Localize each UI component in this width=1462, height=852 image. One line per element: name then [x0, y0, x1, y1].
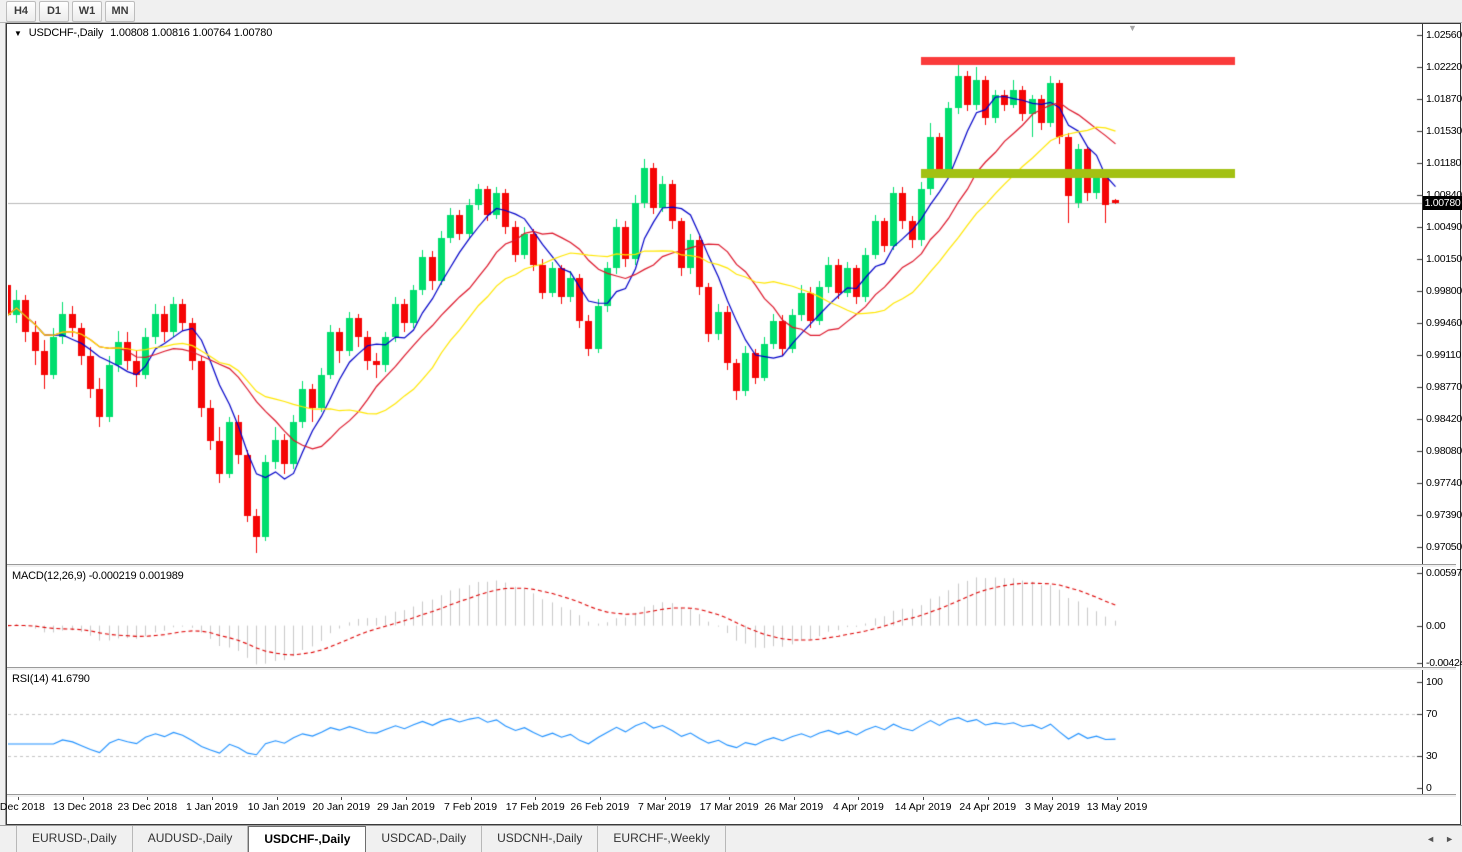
price-axis-label: 0.99800	[1426, 285, 1462, 297]
current-price-tag: 1.00780	[1423, 196, 1462, 210]
chart-shift-marker-icon[interactable]: ▼	[1128, 23, 1137, 33]
price-axis-label: 1.02220	[1426, 61, 1462, 73]
price-axis-label: 0.98420	[1426, 413, 1462, 425]
chart-title: ▼ USDCHF-,Daily 1.00808 1.00816 1.00764 …	[14, 27, 272, 40]
date-axis-label: 20 Jan 2019	[312, 801, 371, 813]
rsi-axis-label: 70	[1426, 707, 1438, 720]
date-axis-label: 26 Feb 2019	[570, 801, 630, 813]
macd-axis-label: 0.00	[1426, 619, 1446, 632]
rsi-axis-label: 100	[1426, 676, 1443, 688]
price-axis-label: 1.01870	[1426, 93, 1462, 105]
price-axis-label: 1.01180	[1426, 157, 1462, 169]
date-axis-label: 7 Feb 2019	[443, 801, 498, 813]
date-axis-label: 3 May 2019	[1024, 801, 1080, 813]
price-axis-label: 0.99460	[1426, 317, 1462, 329]
chart-dropdown-icon[interactable]: ▼	[14, 27, 22, 40]
price-axis-label: 0.98080	[1426, 445, 1462, 457]
macd-values: -0.000219 0.001989	[88, 570, 184, 582]
date-axis-label: 29 Jan 2019	[376, 801, 435, 813]
date-axis-label: 17 Feb 2019	[505, 801, 565, 813]
macd-name: MACD(12,26,9)	[12, 570, 86, 582]
rsi-canvas[interactable]	[8, 670, 1422, 794]
tab-scroll-right-icon[interactable]: ►	[1445, 834, 1454, 844]
price-axis-label: 1.00150	[1426, 253, 1462, 265]
date-axis-label: 4 Dec 2018	[0, 801, 45, 813]
chart-tab-bar: EURUSD-,Daily AUDUSD-,Daily USDCHF-,Dail…	[0, 825, 1462, 852]
price-axis-label: 0.98770	[1426, 381, 1462, 393]
date-axis-label: 26 Mar 2019	[764, 801, 824, 813]
tab-scroll-controls: ◄ ►	[1418, 826, 1462, 852]
price-axis-label: 1.01530	[1426, 125, 1462, 137]
date-axis-label: 17 Mar 2019	[699, 801, 759, 813]
tab-audusd-daily[interactable]: AUDUSD-,Daily	[133, 826, 249, 852]
tab-usdcad-daily[interactable]: USDCAD-,Daily	[366, 826, 483, 852]
macd-canvas[interactable]	[8, 567, 1422, 667]
date-axis-label: 1 Jan 2019	[185, 801, 238, 813]
macd-axis-label: 0.00597	[1426, 567, 1462, 579]
rsi-name: RSI(14)	[12, 673, 49, 685]
date-axis-label: 13 May 2019	[1086, 801, 1148, 813]
panel-separator-dates	[7, 794, 1456, 797]
rsi-value: 41.6790	[51, 673, 90, 685]
chart-ohlc-values: 1.00808 1.00816 1.00764 1.00780	[110, 27, 273, 39]
tab-eurusd-daily[interactable]: EURUSD-,Daily	[17, 826, 133, 852]
macd-indicator-label: MACD(12,26,9) -0.000219 0.001989	[12, 570, 184, 582]
tab-scroll-left-icon[interactable]: ◄	[1426, 834, 1435, 844]
date-axis-label: 4 Apr 2019	[833, 801, 884, 813]
main-chart-canvas[interactable]	[8, 24, 1422, 564]
price-axis-label: 0.97390	[1426, 509, 1462, 521]
tab-eurchf-weekly[interactable]: EURCHF-,Weekly	[598, 826, 726, 852]
price-axis-label: 0.99110	[1426, 349, 1462, 361]
timeframe-button-d1[interactable]: D1	[39, 0, 69, 22]
price-axis-label: 0.97740	[1426, 477, 1462, 489]
panel-separator-macd[interactable]	[7, 564, 1456, 567]
timeframe-button-h4[interactable]: H4	[6, 0, 36, 22]
date-axis-label: 23 Dec 2018	[117, 801, 178, 813]
price-axis-line	[1422, 24, 1423, 794]
price-axis-label: 1.00490	[1426, 221, 1462, 233]
tab-usdcnh-daily[interactable]: USDCNH-,Daily	[482, 826, 599, 852]
tab-bar-stub	[0, 826, 17, 852]
tab-usdchf-daily[interactable]: USDCHF-,Daily	[248, 826, 367, 852]
date-axis-label: 10 Jan 2019	[247, 801, 306, 813]
timeframe-button-w1[interactable]: W1	[72, 0, 102, 22]
date-axis-label: 7 Mar 2019	[637, 801, 692, 813]
rsi-indicator-label: RSI(14) 41.6790	[12, 673, 90, 685]
rsi-axis-label: 30	[1426, 750, 1438, 763]
chart-symbol-label: USDCHF-,Daily	[28, 27, 104, 39]
timeframe-toolbar: H4 D1 W1 MN	[0, 0, 1462, 23]
panel-separator-rsi[interactable]	[7, 667, 1456, 670]
date-axis-label: 14 Apr 2019	[894, 801, 952, 813]
date-axis-label: 13 Dec 2018	[52, 801, 113, 813]
price-axis-label: 0.97050	[1426, 541, 1462, 553]
rsi-axis-label: 0	[1426, 782, 1432, 794]
price-axis-label: 1.02560	[1426, 29, 1462, 41]
timeframe-button-mn[interactable]: MN	[105, 0, 135, 22]
date-axis-label: 24 Apr 2019	[959, 801, 1017, 813]
